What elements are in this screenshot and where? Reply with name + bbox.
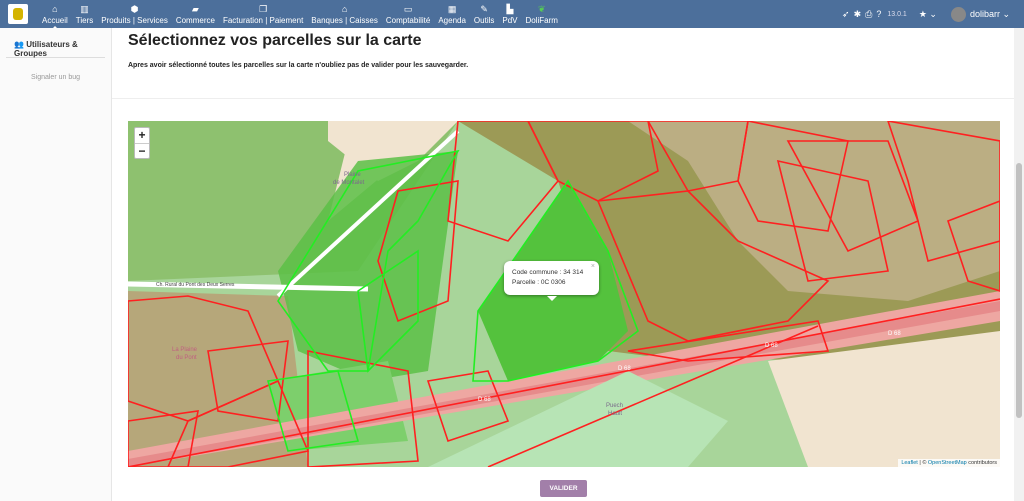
- app-logo[interactable]: [8, 4, 28, 24]
- building-icon: ▥: [80, 4, 89, 14]
- menu-item-comptabilit-[interactable]: ▭ Comptabilité: [382, 3, 434, 25]
- menu-item-label: Produits | Services: [101, 16, 168, 25]
- briefcase-icon: ▰: [191, 4, 199, 14]
- left-sidebar: 👥 Utilisateurs & Groupes Signaler un bug: [0, 28, 112, 501]
- menu-item-label: Commerce: [175, 16, 215, 25]
- cube-icon: ⬢: [130, 4, 139, 14]
- zoom-control: + −: [134, 127, 150, 159]
- version: 13.0.1: [887, 10, 907, 18]
- parcel-map[interactable]: Plaine de Montalet Ch. Rural du Pont des…: [128, 121, 1000, 467]
- menu-item-label: Banques | Caisses: [311, 16, 378, 25]
- menu-item-facturation-paiement[interactable]: ❐ Facturation | Paiement: [219, 3, 307, 25]
- menu-item-commerce[interactable]: ▰ Commerce: [172, 3, 219, 25]
- rocket-icon[interactable]: ➶: [842, 9, 850, 20]
- accounting-icon: ▭: [403, 4, 413, 14]
- bank-icon: ⌂: [341, 4, 348, 14]
- bookmark-star-icon[interactable]: ★ ⌄: [919, 9, 937, 20]
- menu-item-banques-caisses[interactable]: ⌂ Banques | Caisses: [307, 3, 382, 25]
- main-menu: ⌂ Accueil ▥ Tiers ⬢ Produits | Services ▰ Comme…: [38, 0, 562, 29]
- main-content: Sélectionnez vos parcelles sur la carte …: [112, 28, 1014, 501]
- home-icon: ⌂: [52, 4, 58, 14]
- map-label: La Plaine: [172, 347, 198, 353]
- map-label: de Montalet: [333, 180, 365, 186]
- map-label: D 68: [765, 343, 778, 349]
- osm-link[interactable]: OpenStreetMap: [928, 460, 967, 466]
- sidebar-title-label: Utilisateurs & Groupes: [14, 40, 78, 58]
- report-bug-link[interactable]: Signaler un bug: [0, 74, 111, 81]
- validate-button[interactable]: VALIDER: [540, 480, 587, 497]
- avatar[interactable]: [950, 6, 966, 22]
- map-label: D 68: [888, 331, 901, 337]
- menu-item-label: Outils: [473, 16, 495, 25]
- map-label: Puech: [606, 403, 623, 409]
- map-attribution: Leaflet | © OpenStreetMap contributors: [898, 459, 1000, 467]
- calendar-icon: ▦: [447, 4, 457, 14]
- close-icon[interactable]: ×: [591, 262, 595, 272]
- cash-register-icon: ▙: [506, 4, 514, 14]
- user-menu[interactable]: dolibarr ⌄: [970, 9, 1010, 20]
- menu-item-pdv[interactable]: ▙ PdV: [498, 3, 521, 25]
- menu-item-label: Facturation | Paiement: [222, 16, 304, 25]
- popup-parcel: Parcelle : 0C 0306: [512, 279, 566, 286]
- menu-item-label: Tiers: [75, 16, 94, 25]
- popup-commune: Code commune : 34 314: [512, 269, 584, 276]
- divider: [112, 98, 1014, 99]
- menu-item-agenda[interactable]: ▦ Agenda: [434, 3, 470, 25]
- map-label: D 68: [618, 366, 631, 372]
- sprout-icon: ❦: [537, 4, 546, 14]
- menu-item-tiers[interactable]: ▥ Tiers: [72, 3, 97, 25]
- intro-text: Apres avoir sélectionné toutes les parce…: [128, 62, 469, 69]
- menu-item-dolifarm[interactable]: ❦ DoliFarm: [522, 3, 562, 25]
- wrench-icon: ✎: [480, 4, 488, 14]
- invoice-icon: ❐: [259, 4, 268, 14]
- map-label: Ch. Rural du Pont des Deux Serres: [156, 282, 235, 288]
- leaflet-link[interactable]: Leaflet: [901, 460, 918, 466]
- menu-item-produits-services[interactable]: ⬢ Produits | Services: [97, 3, 172, 25]
- print-icon[interactable]: ⎙: [865, 9, 872, 20]
- menu-item-label: Comptabilité: [385, 16, 431, 25]
- map-label: Plaine: [344, 172, 361, 178]
- top-navbar: ⌂ Accueil ▥ Tiers ⬢ Produits | Services ▰ Comme…: [0, 0, 1024, 29]
- menu-item-accueil[interactable]: ⌂ Accueil: [38, 3, 72, 29]
- menu-item-label: Accueil: [42, 16, 68, 25]
- scrollbar[interactable]: [1014, 28, 1024, 501]
- scrollbar-thumb[interactable]: [1016, 163, 1022, 418]
- page-title: Sélectionnez vos parcelles sur la carte: [128, 32, 422, 49]
- username: dolibarr: [969, 8, 1000, 19]
- menu-item-outils[interactable]: ✎ Outils: [470, 3, 498, 25]
- attribution-suffix: contributors: [966, 460, 997, 466]
- menu-item-label: Agenda: [438, 16, 466, 25]
- zoom-out-button[interactable]: −: [135, 143, 149, 158]
- bug-icon[interactable]: ✱: [854, 9, 862, 20]
- help-icon[interactable]: ?: [876, 9, 881, 19]
- menu-item-label: PdV: [502, 16, 518, 25]
- menu-item-label: DoliFarm: [525, 16, 558, 25]
- attribution-sep: | ©: [917, 460, 928, 466]
- map-label: D 68: [478, 397, 491, 403]
- map-label: Hault: [608, 411, 622, 417]
- parcel-popup: × Code commune : 34 314 Parcelle : 0C 03…: [504, 261, 599, 301]
- zoom-in-button[interactable]: +: [135, 128, 149, 143]
- users-icon: 👥: [14, 40, 24, 49]
- map-label: du Pont: [176, 355, 197, 361]
- sidebar-title[interactable]: 👥 Utilisateurs & Groupes: [6, 28, 105, 58]
